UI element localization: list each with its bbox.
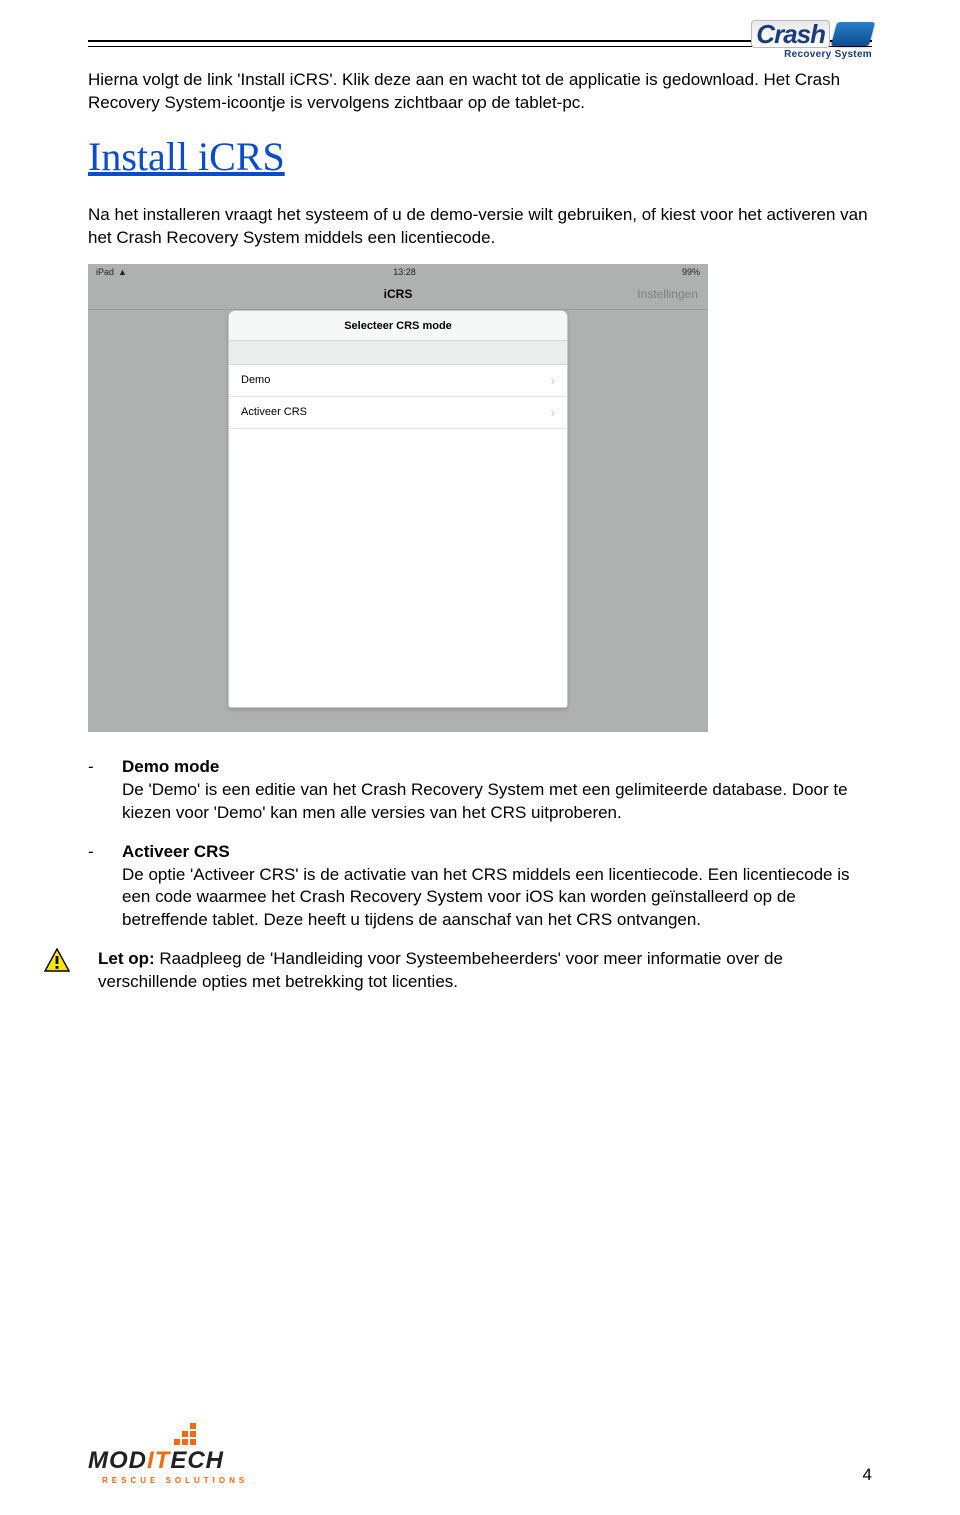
bullet-demo-title: Demo mode [122, 757, 219, 776]
wifi-icon: ▲ [118, 267, 127, 277]
bullet-activeer-body: De optie 'Activeer CRS' is de activatie … [122, 865, 849, 930]
crash-logo-chip-icon [831, 22, 875, 46]
ipad-title-bar: iCRS Instellingen [88, 280, 708, 310]
moditech-logo: MODITECH RESCUE SOLUTIONS [88, 1423, 248, 1485]
warning-text: Raadpleeg de 'Handleiding voor Systeembe… [98, 949, 783, 991]
moditech-name-post: ECH [170, 1447, 224, 1474]
bullet-dash: - [88, 841, 122, 933]
warning-block: Let op: Raadpleeg de 'Handleiding voor S… [88, 948, 872, 994]
ipad-status-bar: iPad ▲ 13:28 99% [88, 264, 708, 280]
popup-row-activeer[interactable]: Activeer CRS › [229, 397, 567, 429]
post-install-paragraph: Na het installeren vraagt het systeem of… [88, 204, 872, 250]
ipad-status-time: 13:28 [393, 267, 416, 277]
popup-row-demo[interactable]: Demo › [229, 365, 567, 397]
moditech-squares-icon [158, 1423, 198, 1445]
moditech-name-pre: MOD [88, 1447, 147, 1474]
install-icrs-link[interactable]: Install iCRS [88, 133, 285, 180]
bullet-activeer-title: Activeer CRS [122, 842, 230, 861]
popup-title: Selecteer CRS mode [229, 311, 567, 341]
bullet-list: - Demo mode De 'Demo' is een editie van … [88, 756, 872, 933]
moditech-subtitle: RESCUE SOLUTIONS [102, 1476, 248, 1485]
chevron-right-icon: › [551, 373, 555, 388]
intro-paragraph: Hierna volgt de link 'Install iCRS'. Kli… [88, 69, 872, 115]
ipad-title: iCRS [384, 287, 413, 301]
crs-mode-popup: Selecteer CRS mode Demo › Activeer CRS › [228, 310, 568, 708]
moditech-name-mid: IT [147, 1447, 170, 1474]
ipad-screenshot: iPad ▲ 13:28 99% iCRS Instellingen Selec… [88, 264, 708, 732]
chevron-right-icon: › [551, 405, 555, 420]
crash-logo: Crash Recovery System [672, 20, 872, 60]
page-number: 4 [863, 1465, 872, 1485]
crash-logo-subtitle: Recovery System [784, 49, 872, 60]
popup-body [229, 429, 567, 708]
ipad-status-device: iPad [96, 267, 114, 277]
ipad-status-battery: 99% [682, 267, 700, 277]
warning-label: Let op: [98, 949, 155, 968]
crash-logo-text: Crash [751, 20, 830, 48]
popup-row-demo-label: Demo [241, 374, 270, 386]
ipad-settings-button[interactable]: Instellingen [637, 287, 698, 301]
warning-icon [44, 959, 70, 976]
bullet-activeer-crs: - Activeer CRS De optie 'Activeer CRS' i… [88, 841, 872, 933]
bullet-demo-mode: - Demo mode De 'Demo' is een editie van … [88, 756, 872, 825]
bullet-demo-body: De 'Demo' is een editie van het Crash Re… [122, 780, 848, 822]
popup-row-activeer-label: Activeer CRS [241, 406, 307, 418]
popup-spacer [229, 341, 567, 365]
bullet-dash: - [88, 756, 122, 825]
